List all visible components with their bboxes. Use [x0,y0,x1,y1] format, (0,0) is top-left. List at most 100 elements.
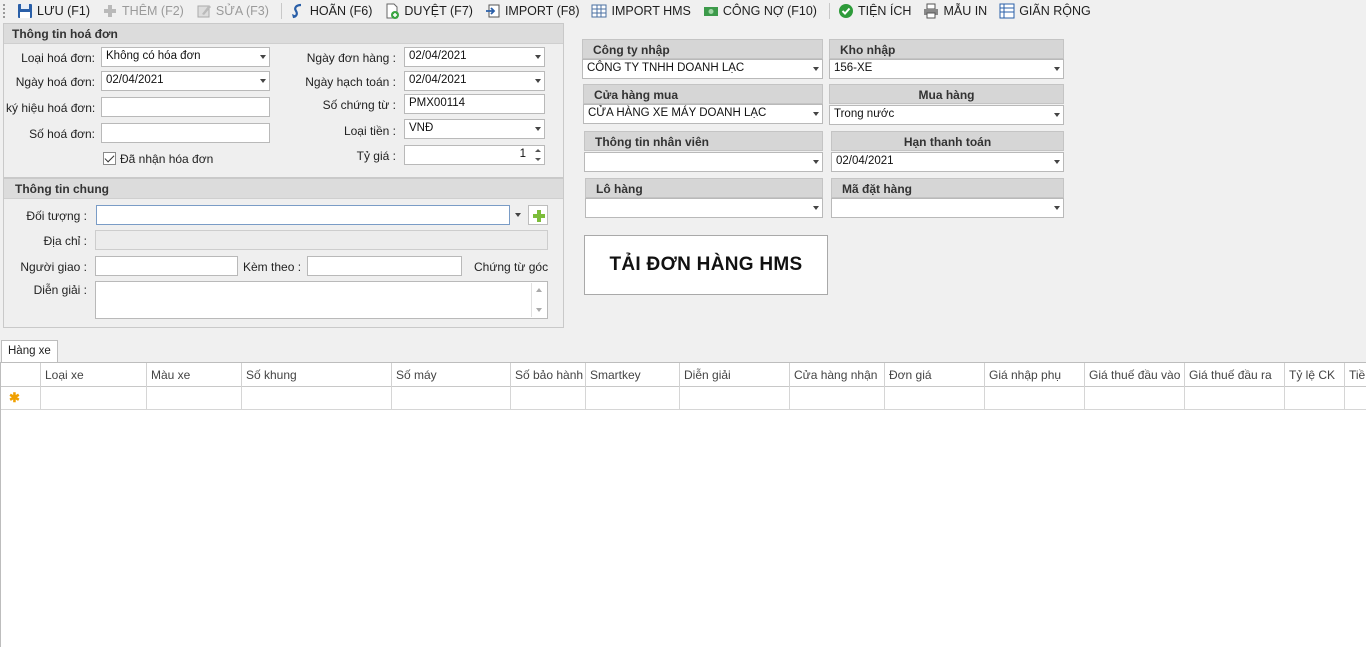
column-header[interactable]: Giá thuế đầu vào [1085,363,1185,387]
row-indicator-header [1,363,41,387]
expand-button[interactable]: GIÃN RỘNG [995,1,1099,21]
column-header[interactable]: Giá nhập phụ [985,363,1085,387]
grid-cell[interactable] [41,387,147,410]
approve-button[interactable]: DUYỆT (F7) [380,1,481,21]
grid-cell[interactable] [1285,387,1345,410]
import-company-header: Công ty nhập [582,39,823,59]
column-header[interactable]: Số bảo hành [511,363,586,387]
invoice-number-input[interactable] [101,123,270,143]
order-code-select[interactable] [831,198,1064,218]
deliverer-input[interactable] [95,256,238,276]
column-header[interactable]: Giá thuế đầu ra [1185,363,1285,387]
order-date-picker[interactable]: 02/04/2021 [404,47,545,67]
invoice-type-select[interactable]: Không có hóa đơn [101,47,270,67]
add-green-plus-icon [531,208,547,224]
purchase-type-header: Mua hàng [829,84,1064,104]
staff-info-select[interactable] [584,152,823,172]
accounting-date-picker[interactable]: 02/04/2021 [404,71,545,91]
attachment-label: Kèm theo : [243,260,302,274]
voucher-number-input[interactable]: PMX00114 [404,94,545,114]
column-header[interactable]: Tiền [1345,363,1366,387]
column-header[interactable]: Số máy [392,363,511,387]
tab-vehicles[interactable]: Hàng xe [1,340,58,363]
grid-cell[interactable] [392,387,511,410]
chevron-down-icon [1054,113,1060,117]
column-header[interactable]: Tỷ lệ CK [1285,363,1345,387]
grid-cell[interactable] [1185,387,1285,410]
grid-cell[interactable] [586,387,680,410]
scroll-down-icon[interactable] [536,308,542,312]
new-row[interactable]: ✱ [1,387,1366,410]
grid-cell[interactable] [1085,387,1185,410]
payment-due-picker[interactable]: 02/04/2021 [831,152,1064,172]
invoice-date-picker[interactable]: 02/04/2021 [101,71,270,91]
print-template-button[interactable]: MẪU IN [919,1,995,21]
currency-select[interactable]: VNĐ [404,119,545,139]
grid-cell[interactable] [511,387,586,410]
plus-icon [102,3,118,19]
chevron-down-icon [813,206,819,210]
description-textarea[interactable] [95,281,548,319]
grid-cell[interactable] [1345,387,1366,410]
attachment-input[interactable] [307,256,462,276]
purchase-type-select[interactable]: Trong nước [829,105,1064,125]
chevron-down-icon [1054,160,1060,164]
object-combobox[interactable] [96,205,510,225]
exchange-rate-label: Tỷ giá : [356,149,396,163]
chevron-down-icon [260,55,266,59]
column-header[interactable]: Smartkey [586,363,680,387]
grid-cell[interactable] [242,387,392,410]
column-header[interactable]: Màu xe [147,363,242,387]
chevron-down-icon [813,112,819,116]
column-header[interactable]: Loại xe [41,363,147,387]
add-object-button[interactable] [528,205,548,225]
scroll-up-icon[interactable] [536,288,542,292]
grid-cell[interactable] [147,387,242,410]
undo-button[interactable]: HOÃN (F6) [286,1,381,21]
accounting-date-label: Ngày hạch toán : [305,75,396,89]
lot-select[interactable] [585,198,823,218]
invoice-received-checkbox[interactable] [103,152,116,165]
floppy-disk-icon [17,3,33,19]
grid-expand-icon [999,3,1015,19]
currency-label: Loại tiền : [343,124,396,138]
load-hms-order-button[interactable]: TẢI ĐƠN HÀNG HMS [584,235,828,295]
check-circle-icon [838,3,854,19]
column-header[interactable]: Đơn giá [885,363,985,387]
import-button[interactable]: IMPORT (F8) [481,1,588,21]
purchase-store-select[interactable]: CỬA HÀNG XE MÁY DOANH LẠC [583,104,823,124]
edit-button[interactable]: SỬA (F3) [192,1,277,21]
grid-cell[interactable] [985,387,1085,410]
exchange-rate-spinner[interactable]: 1 [404,145,545,165]
column-header[interactable]: Diễn giải [680,363,790,387]
description-label: Diễn giải : [33,283,87,297]
chevron-down-icon [1054,67,1060,71]
import-company-select[interactable]: CÔNG TY TNHH DOANH LẠC [582,59,823,79]
utilities-button[interactable]: TIỆN ÍCH [834,1,919,21]
deliverer-label: Người giao : [20,260,87,274]
column-header[interactable]: Số khung [242,363,392,387]
save-button[interactable]: LƯU (F1) [13,1,98,21]
description-scrollbar[interactable] [531,283,546,317]
debt-button[interactable]: CÔNG NỢ (F10) [699,1,825,21]
spin-arrows-icon[interactable] [534,147,542,163]
add-button[interactable]: THÊM (F2) [98,1,192,21]
grid-cell[interactable] [680,387,790,410]
import-hms-button[interactable]: IMPORT HMS [587,1,698,21]
toolbar-grip[interactable] [3,4,7,18]
new-row-star-icon: ✱ [9,390,20,405]
invoice-symbol-input[interactable] [101,97,270,117]
grid-cell[interactable] [885,387,985,410]
order-code-header: Mã đặt hàng [831,178,1064,198]
warehouse-select[interactable]: 156-XE [829,59,1064,79]
general-info-title: Thông tin chung [4,179,563,199]
object-dropdown-icon[interactable] [515,213,521,217]
chevron-down-icon [813,67,819,71]
warehouse-header: Kho nhập [829,39,1064,59]
order-date-label: Ngày đơn hàng : [306,51,396,65]
lot-header: Lô hàng [585,178,823,198]
column-header[interactable]: Cửa hàng nhận [790,363,885,387]
toolbar: LƯU (F1) THÊM (F2) SỬA (F3) HOÃN (F6) DU… [0,0,1366,22]
money-icon [703,3,719,19]
grid-cell[interactable] [790,387,885,410]
